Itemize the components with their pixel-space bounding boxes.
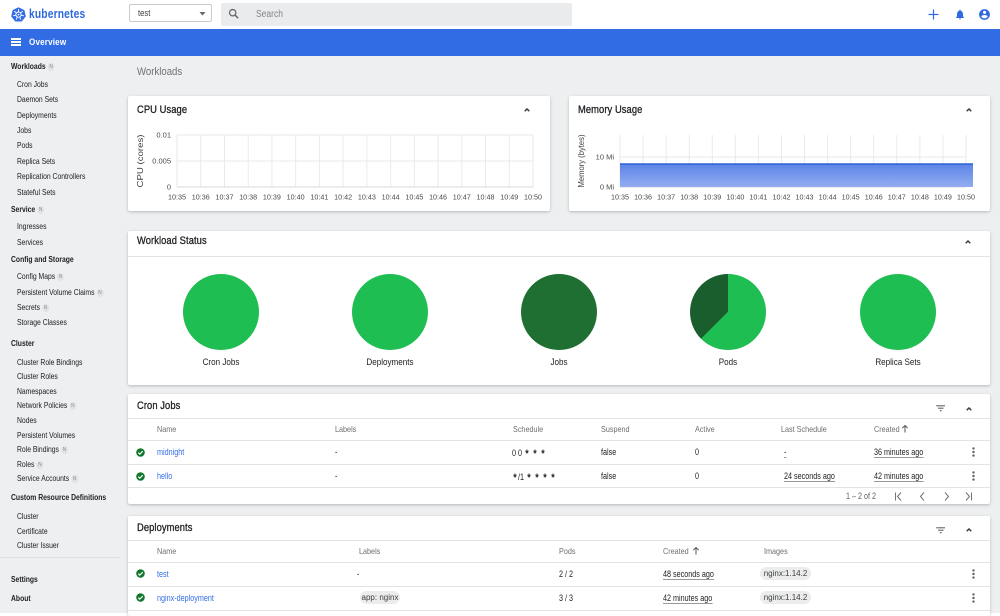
svg-text:10:41: 10:41	[749, 193, 767, 202]
svg-text:10:42: 10:42	[334, 193, 352, 202]
svg-text:10:47: 10:47	[888, 193, 906, 202]
svg-text:10:45: 10:45	[842, 193, 860, 202]
svg-text:10:48: 10:48	[911, 193, 929, 202]
svg-text:0.01: 0.01	[156, 131, 171, 140]
svg-text:10:50: 10:50	[524, 193, 542, 202]
svg-text:10:39: 10:39	[263, 193, 281, 202]
svg-text:10:44: 10:44	[382, 193, 400, 202]
svg-text:10:43: 10:43	[796, 193, 814, 202]
svg-text:10:36: 10:36	[192, 193, 210, 202]
svg-text:10:35: 10:35	[611, 193, 629, 202]
svg-text:10:39: 10:39	[703, 193, 721, 202]
svg-text:0: 0	[167, 183, 171, 192]
svg-text:10:37: 10:37	[657, 193, 675, 202]
svg-text:10:45: 10:45	[405, 193, 423, 202]
svg-text:10:46: 10:46	[429, 193, 447, 202]
svg-text:10:49: 10:49	[500, 193, 518, 202]
svg-text:10:41: 10:41	[310, 193, 328, 202]
svg-text:10:40: 10:40	[726, 193, 744, 202]
svg-text:CPU (cores): CPU (cores)	[136, 134, 145, 187]
svg-text:10:49: 10:49	[934, 193, 952, 202]
svg-text:10:38: 10:38	[680, 193, 698, 202]
svg-text:10:43: 10:43	[358, 193, 376, 202]
svg-text:10:48: 10:48	[477, 193, 495, 202]
svg-text:10:47: 10:47	[453, 193, 471, 202]
svg-text:10:42: 10:42	[772, 193, 790, 202]
svg-text:10:36: 10:36	[634, 193, 652, 202]
svg-text:0 Mi: 0 Mi	[600, 183, 615, 192]
svg-text:0.005: 0.005	[152, 157, 171, 166]
svg-text:10:37: 10:37	[215, 193, 233, 202]
svg-text:10:50: 10:50	[957, 193, 975, 202]
svg-text:10:40: 10:40	[287, 193, 305, 202]
svg-text:10 Mi: 10 Mi	[596, 153, 615, 162]
svg-text:10:38: 10:38	[239, 193, 257, 202]
svg-text:Memory (bytes): Memory (bytes)	[577, 134, 586, 187]
svg-text:10:35: 10:35	[168, 193, 186, 202]
svg-text:10:44: 10:44	[819, 193, 837, 202]
svg-text:10:46: 10:46	[865, 193, 883, 202]
